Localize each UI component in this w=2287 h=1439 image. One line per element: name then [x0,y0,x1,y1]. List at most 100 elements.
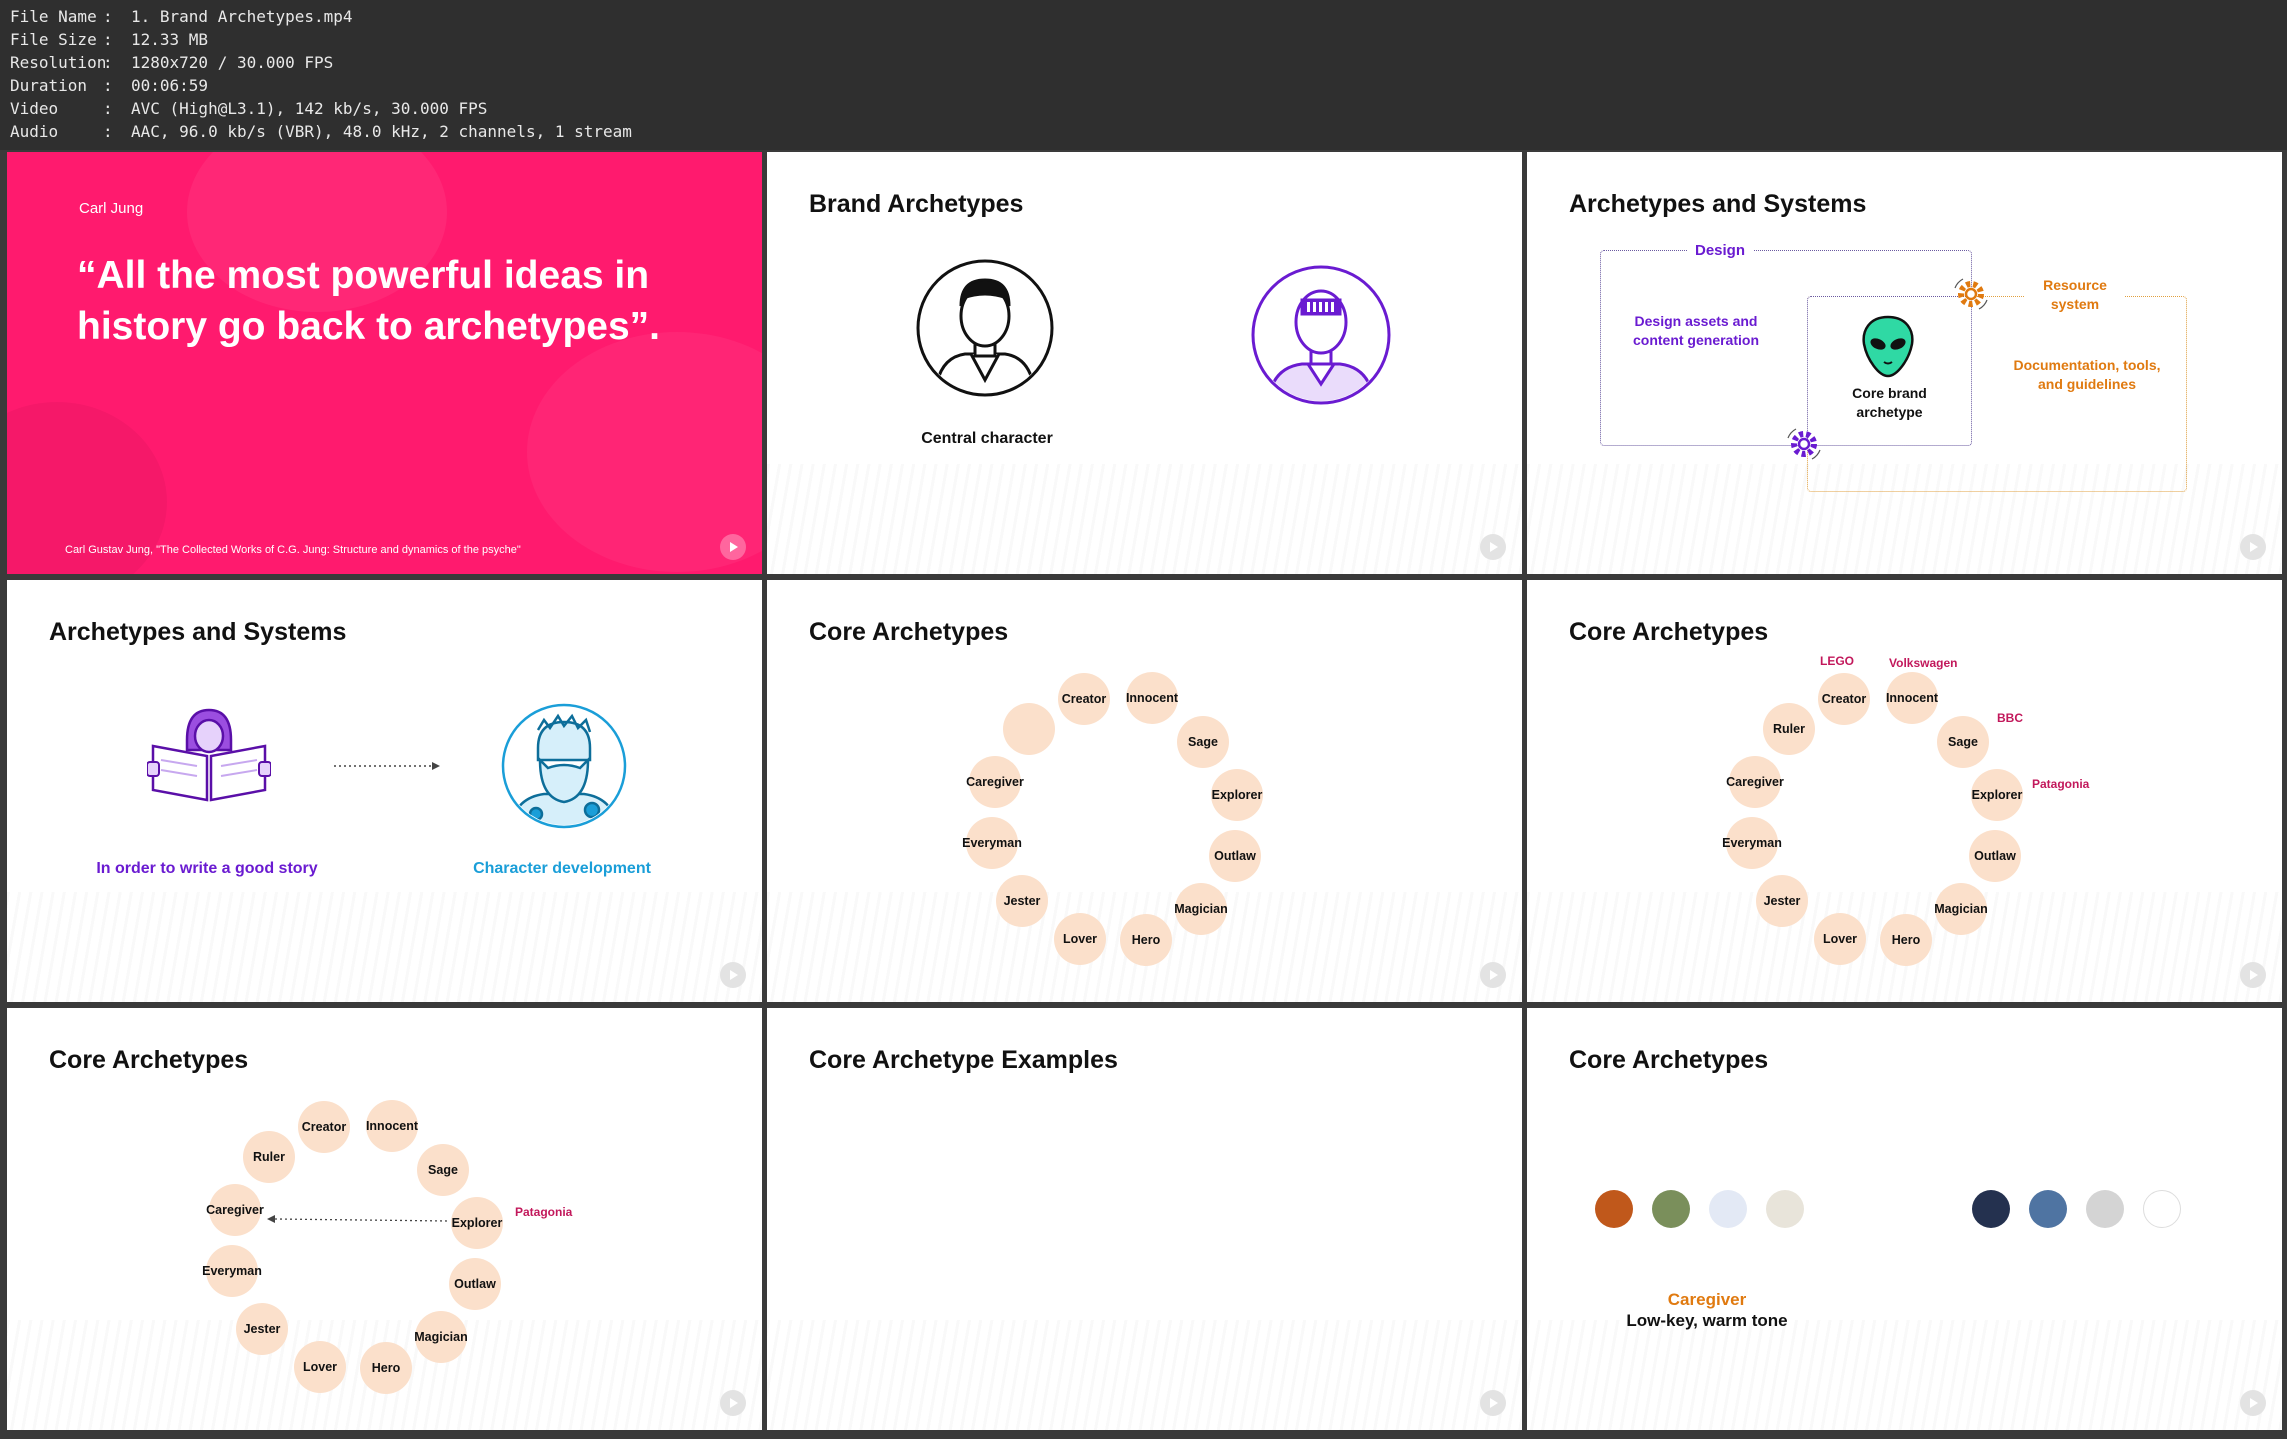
archetype-node-jester: Jester [996,875,1048,927]
info-row: File Size:12.33 MB [10,28,2287,51]
info-row: Resolution:1280x720 / 30.000 FPS [10,51,2287,74]
archetype-node-explorer: Explorer [451,1197,503,1249]
play-icon [1480,534,1506,560]
archetype-node-jester: Jester [236,1303,288,1355]
alien-icon [1862,315,1914,378]
docs-label: Documentation, tools, and guidelines [2013,357,2161,392]
color-swatch [1709,1190,1747,1228]
info-colon: : [103,76,113,95]
play-icon [720,1390,746,1416]
quote-citation: Carl Gustav Jung, "The Collected Works o… [65,544,521,556]
brand-patagonia: Patagonia [2032,777,2090,791]
archetype-node-magician: Magician [1934,883,1988,935]
info-key: Video [10,99,59,118]
bearded-character-icon [501,703,627,829]
archetype-node-sage: Sage [1177,716,1229,768]
color-swatch [1766,1190,1804,1228]
brand-patagonia: Patagonia [515,1205,573,1219]
thumb-core-archetype-examples[interactable]: Core Archetype Examples [767,1008,1522,1430]
info-row: Duration:00:06:59 [10,74,2287,97]
info-row: File Name:1. Brand Archetypes.mp4 [10,5,2287,28]
info-colon: : [103,122,113,141]
info-colon: : [103,30,113,49]
slide-title: Core Archetypes [49,1046,249,1074]
play-icon [1480,1390,1506,1416]
archetype-node-jester: Jester [1756,875,1808,927]
info-key: Audio [10,122,59,141]
archetype-node-explorer: Explorer [1971,769,2023,821]
left-caption: In order to write a good story [96,860,318,877]
archetype-node-everyman: Everyman [962,817,1022,869]
archetype-node-lover: Lover [1814,913,1866,965]
archetype-node-everyman: Everyman [202,1245,262,1297]
thumb-quote[interactable]: Carl Jung “All the most powerful ideas i… [7,152,762,574]
slide-title: Core Archetypes [1569,618,1769,646]
info-key: File Size [10,30,97,49]
archetype-node-empty [1003,703,1055,755]
info-row: Video: AVC (High@L3.1), 142 kb/s, 30.000 … [10,97,2287,120]
thumb-core-archetypes-palette[interactable]: Core Archetypes Caregiver Low-key, warm … [1527,1008,2282,1430]
archetype-node-innocent: Innocent [1126,672,1178,724]
watermark [1527,1320,2282,1430]
info-row: Audio: AAC, 96.0 kb/s (VBR), 48.0 kHz, 2 … [10,120,2287,143]
archetype-node-sage: Sage [417,1144,469,1196]
person-avatar-icon [916,259,1054,397]
thumb-core-archetypes-brands[interactable]: Core Archetypes Ruler Creator Innocent S… [1527,580,2282,1002]
archetype-node-innocent: Innocent [1886,672,1938,724]
archetype-node-creator: Creator [1818,673,1870,725]
slide-title: Core Archetype Examples [809,1046,1118,1074]
arrow-icon [334,762,440,770]
color-swatch [1652,1190,1690,1228]
design-label: Design [1687,242,1754,259]
slide-title: Core Archetypes [809,618,1009,646]
info-colon: : [103,53,113,72]
archetype-node-magician: Magician [1174,883,1228,935]
right-caption: Character development [473,860,651,877]
brand-lego: LEGO [1820,654,1855,668]
archetype-node-ruler: Ruler [243,1131,295,1183]
slide-title: Core Archetypes [1569,1046,1769,1074]
color-swatch [2029,1190,2067,1228]
color-swatch [2086,1190,2124,1228]
thumb-core-archetypes-arrow[interactable]: Core Archetypes Ruler Creator Innocent S… [7,1008,762,1430]
info-value: AVC (High@L3.1), 142 kb/s, 30.000 FPS [131,99,488,118]
archetype-node-hero: Hero [360,1342,412,1394]
archetype-node-hero: Hero [1880,914,1932,966]
play-icon [2240,1390,2266,1416]
archetype-node-caregiver: Caregiver [206,1184,264,1236]
brand-bbc: BBC [1997,711,2023,725]
info-key: Duration [10,76,88,95]
archetype-node-outlaw: Outlaw [449,1258,501,1310]
caregiver-label: Caregiver [1667,1290,1747,1309]
info-key: File Name [10,7,97,26]
quote-text: “All the most powerful ideas in history … [77,254,661,348]
character-avatar-icon [1251,265,1391,405]
design-assets-label: Design assets and content generation [1632,313,1759,348]
watermark [767,1320,1522,1430]
color-swatch [1972,1190,2010,1228]
archetype-node-explorer: Explorer [1211,769,1263,821]
quote-author: Carl Jung [79,200,144,217]
color-swatch [2143,1190,2181,1228]
gear-icon [1954,278,1988,310]
watermark [7,892,762,1002]
thumb-archetypes-systems-story[interactable]: Archetypes and Systems In order to write… [7,580,762,1002]
thumb-core-archetypes-1[interactable]: Core Archetypes Creator Innocent Sage Ex… [767,580,1522,1002]
thumb-archetypes-systems-diagram[interactable]: Archetypes and Systems Design Design ass… [1527,152,2282,574]
play-icon [720,962,746,988]
play-icon [1480,962,1506,988]
info-value: 12.33 MB [131,30,209,49]
brand-volkswagen: Volkswagen [1889,656,1958,670]
resource-label: Resource system [2025,276,2125,314]
info-colon: : [103,99,113,118]
slide-title: Brand Archetypes [809,190,1024,218]
thumb-brand-archetypes[interactable]: Brand Archetypes Central character [767,152,1522,574]
color-swatch [1595,1190,1633,1228]
info-value: AAC, 96.0 kb/s (VBR), 48.0 kHz, 2 channe… [131,122,632,141]
archetype-node-hero: Hero [1120,914,1172,966]
archetype-node-outlaw: Outlaw [1969,830,2021,882]
slide-title: Archetypes and Systems [49,618,347,646]
archetype-node-creator: Creator [298,1101,350,1153]
gear-icon [1787,428,1821,460]
archetype-node-ruler: Ruler [1763,703,1815,755]
